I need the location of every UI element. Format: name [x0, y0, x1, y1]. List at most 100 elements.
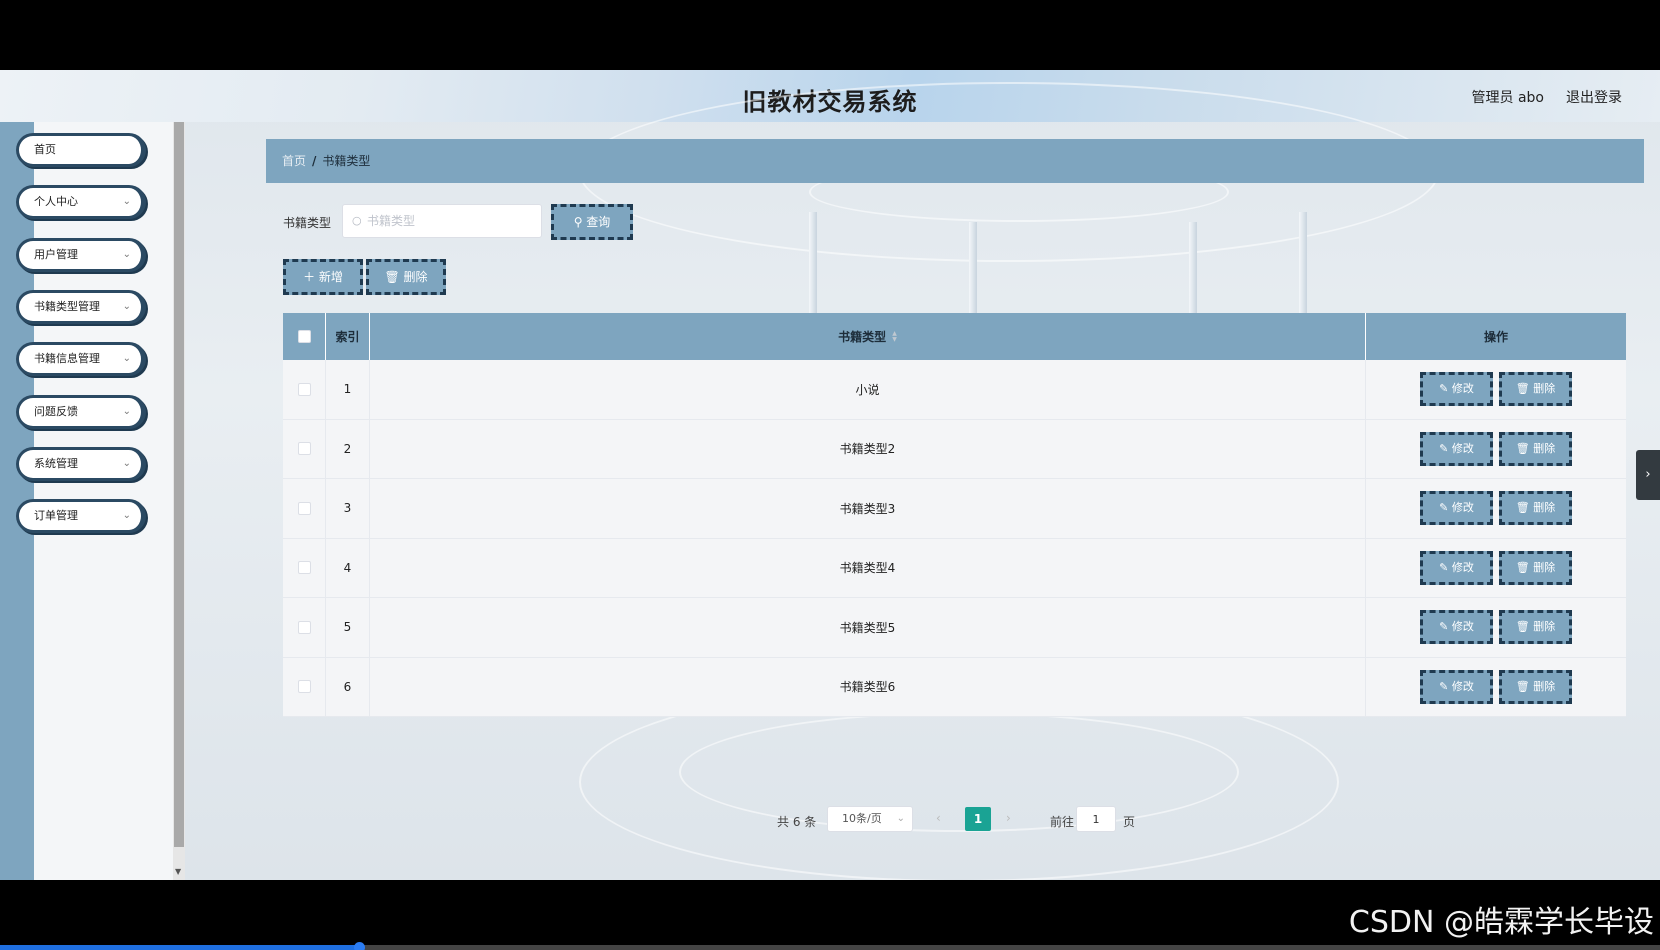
next-page-icon[interactable]: › — [1006, 811, 1011, 825]
row-delete-button[interactable]: 🗑 删除 — [1499, 431, 1572, 466]
expand-panel-tab[interactable]: › — [1636, 450, 1660, 500]
trash-icon: 🗑 — [1515, 382, 1534, 396]
sidebar-item[interactable]: 问题反馈 ⌄ — [16, 394, 146, 429]
edit-button-label: 修改 — [1451, 382, 1474, 396]
edit-button-label: 修改 — [1451, 620, 1474, 634]
sidebar-item[interactable]: 首页 — [16, 133, 146, 167]
row-delete-button[interactable]: 🗑 删除 — [1499, 610, 1572, 645]
edit-button-label: 修改 — [1451, 441, 1474, 455]
header-book-type-label: 书籍类型 — [838, 330, 887, 344]
table-row: 2 书籍类型2 ✎ 修改 🗑 删除 — [283, 419, 1626, 479]
edit-button[interactable]: ✎ 修改 — [1420, 669, 1493, 704]
edit-button[interactable]: ✎ 修改 — [1420, 372, 1493, 407]
progress-handle[interactable] — [354, 942, 365, 950]
chevron-down-icon: ⌄ — [122, 248, 131, 260]
chevron-down-icon: ⌄ — [122, 300, 131, 312]
header-checkbox-cell — [283, 313, 326, 360]
query-button[interactable]: ⚲ 查询 — [551, 204, 633, 240]
batch-delete-label: 删除 — [403, 270, 428, 284]
row-book-type: 书籍类型3 — [370, 479, 1366, 538]
chevron-down-icon: ⌄ — [122, 457, 131, 469]
header-index: 索引 — [326, 313, 370, 360]
sidebar-item[interactable]: 书籍类型管理 ⌄ — [16, 289, 146, 324]
breadcrumb-home[interactable]: 首页 — [282, 154, 306, 168]
row-index: 3 — [326, 479, 370, 538]
table-row: 4 书籍类型4 ✎ 修改 🗑 删除 — [283, 538, 1626, 598]
table-header: 索引 书籍类型 ▲ ▼ 操作 — [283, 313, 1626, 360]
sidebar-item[interactable]: 书籍信息管理 ⌄ — [16, 342, 146, 377]
edit-icon: ✎ — [1439, 501, 1452, 515]
row-delete-button[interactable]: 🗑 删除 — [1499, 491, 1572, 526]
row-checkbox[interactable] — [297, 680, 311, 694]
query-button-label: 查询 — [586, 215, 611, 229]
sidebar-item-label: 用户管理 — [34, 247, 78, 261]
header-book-type[interactable]: 书籍类型 ▲ ▼ — [370, 313, 1366, 360]
row-delete-button[interactable]: 🗑 删除 — [1499, 550, 1572, 585]
scrollbar-thumb[interactable] — [174, 122, 184, 847]
edit-button-label: 修改 — [1451, 560, 1474, 574]
breadcrumb-current: 书籍类型 — [322, 154, 371, 168]
row-index: 4 — [326, 538, 370, 597]
row-delete-label: 删除 — [1533, 620, 1556, 634]
row-delete-label: 删除 — [1533, 501, 1556, 515]
prev-page-icon[interactable]: ‹ — [936, 811, 941, 825]
pagination-total: 共 6 条 — [777, 815, 817, 829]
edit-button[interactable]: ✎ 修改 — [1420, 431, 1493, 466]
chevron-down-icon: ⌄ — [122, 405, 131, 417]
add-button-label: 新增 — [318, 270, 343, 284]
row-delete-button[interactable]: 🗑 删除 — [1499, 372, 1572, 407]
sidebar-item-label: 问题反馈 — [34, 404, 78, 418]
row-checkbox-cell — [283, 657, 326, 716]
row-ops: ✎ 修改 🗑 删除 — [1366, 420, 1626, 479]
sidebar-scrollbar[interactable]: ▼ — [173, 122, 185, 880]
batch-delete-button[interactable]: 🗑 删除 — [366, 259, 446, 295]
select-all-checkbox[interactable] — [297, 330, 311, 343]
row-checkbox[interactable] — [297, 501, 311, 515]
sidebar-item-label: 首页 — [34, 143, 56, 156]
row-checkbox[interactable] — [297, 561, 311, 575]
search-icon: ⚲ — [573, 215, 587, 229]
edit-button[interactable]: ✎ 修改 — [1420, 491, 1493, 526]
sidebar-item[interactable]: 系统管理 ⌄ — [16, 446, 146, 481]
search-icon: ○ — [352, 214, 362, 227]
row-index: 2 — [326, 419, 370, 478]
add-button[interactable]: ＋ 新增 — [283, 259, 363, 295]
page-number-active[interactable]: 1 — [965, 807, 991, 831]
sidebar-item[interactable]: 个人中心 ⌄ — [16, 185, 146, 220]
search-input[interactable] — [367, 205, 537, 237]
sort-icon[interactable]: ▲ ▼ — [892, 330, 897, 343]
trash-icon: 🗑 — [1515, 560, 1534, 574]
chevron-down-icon: ⌄ — [122, 353, 131, 365]
row-delete-label: 删除 — [1533, 441, 1556, 455]
page-size-select[interactable]: 10条/页 ⌄ — [827, 806, 913, 832]
sidebar-item[interactable]: 用户管理 ⌄ — [16, 237, 146, 272]
row-delete-label: 删除 — [1533, 679, 1556, 693]
row-book-type: 小说 — [370, 360, 1366, 419]
app-screen: 旧教材交易系统 管理员 abo 退出登录 首页 个人中心 ⌄ 用户管理 ⌄ 书籍类型管理 ⌄… — [0, 70, 1660, 880]
edit-button[interactable]: ✎ 修改 — [1420, 610, 1493, 645]
page-suffix: 页 — [1123, 815, 1136, 829]
row-delete-button[interactable]: 🗑 删除 — [1499, 669, 1572, 704]
logout-link[interactable]: 退出登录 — [1566, 87, 1622, 107]
chevron-down-icon: ⌄ — [122, 196, 131, 208]
row-ops: ✎ 修改 🗑 删除 — [1366, 598, 1626, 657]
edit-button[interactable]: ✎ 修改 — [1420, 550, 1493, 585]
table-body: 1 小说 ✎ 修改 🗑 删除 2 书籍类型2 ✎ 修改 🗑 删除 3 书籍类型3 ✎ 修改 🗑 删除 4… — [283, 360, 1626, 717]
sidebar-item-label: 订单管理 — [34, 509, 78, 523]
edit-button-label: 修改 — [1451, 679, 1474, 693]
breadcrumb-separator: / — [312, 154, 317, 168]
watermark: CSDN @皓霖学长毕设 — [1348, 905, 1654, 940]
row-checkbox[interactable] — [297, 382, 311, 396]
scroll-down-arrow-icon[interactable]: ▼ — [175, 867, 181, 876]
background-pillar — [1189, 222, 1197, 322]
row-ops: ✎ 修改 🗑 删除 — [1366, 658, 1626, 717]
row-checkbox[interactable] — [297, 620, 311, 634]
row-ops: ✎ 修改 🗑 删除 — [1366, 479, 1626, 538]
edit-icon: ✎ — [1439, 560, 1452, 574]
sidebar-item[interactable]: 订单管理 ⌄ — [16, 499, 146, 534]
video-progress-bar[interactable] — [0, 942, 1660, 950]
search-field[interactable]: ○ — [342, 204, 542, 238]
goto-page-input[interactable] — [1076, 806, 1116, 832]
row-checkbox[interactable] — [297, 442, 311, 456]
trash-icon: 🗑 — [1515, 679, 1534, 693]
